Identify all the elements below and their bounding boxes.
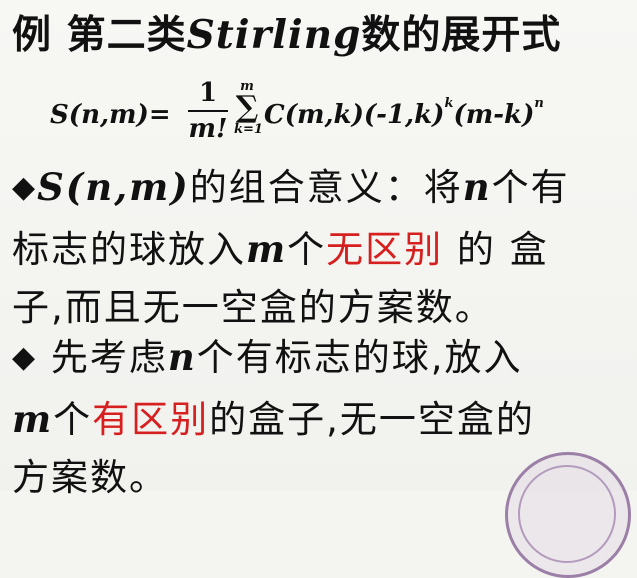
para1-line1: ◆S(n,m)的组合意义：将n个有 <box>12 158 570 220</box>
para2-line3: 方案数。 <box>12 456 168 499</box>
para1-line2-latin: m <box>246 227 288 271</box>
para2-line1: ◆ 先考虑n个有标志的球,放入 <box>12 328 535 390</box>
formula-exp-n: n <box>534 96 544 111</box>
paragraph-combinatorial-meaning: ◆S(n,m)的组合意义：将n个有 标志的球放入m个无区别 的 盒 子,而且无一… <box>12 158 570 337</box>
para1-latin2: n <box>462 165 492 209</box>
formula-fraction: 1 m! <box>188 78 228 144</box>
sum-operator: m ∑ k=1 <box>234 80 263 137</box>
para1-text2: 个有 <box>491 166 570 209</box>
formula-denominator: m! <box>188 114 228 144</box>
formula-body-1: C(m,k)(-1,k) <box>264 100 445 130</box>
formula-lhs: S(n,m)= <box>50 100 171 130</box>
para2-text1: 先考虑 <box>37 336 168 379</box>
formula-body-2: (m-k) <box>453 100 535 130</box>
slide: 例 第二类Stirling数的展开式 S(n,m)= 1 m! m ∑ k=1 … <box>0 0 637 578</box>
para2-latin1: n <box>167 335 197 379</box>
sum-lower: k=1 <box>234 122 263 137</box>
para2-line2-text2: 的盒子,无一空盒的 <box>209 398 535 441</box>
title-suffix: 数的展开式 <box>361 13 562 58</box>
title-prefix: 例 第二类 <box>12 13 187 58</box>
para1-line2-text1: 标志的球放入 <box>12 228 246 271</box>
para2-red-text: 有区别 <box>92 398 210 441</box>
para2-text2: 个有标志的球,放入 <box>196 336 523 379</box>
para1-red-text: 无区别 <box>326 228 444 271</box>
para1-line2-text3: 的 盒 <box>443 228 549 271</box>
para2-line2-latin: m <box>12 397 54 441</box>
paragraph-first-consider: ◆ 先考虑n个有标志的球,放入 m个有区别的盒子,无一空盒的 方案数。 <box>12 328 535 507</box>
para1-latin1: S(n,m) <box>37 165 190 209</box>
fraction-bar <box>188 110 228 112</box>
sum-symbol: ∑ <box>235 90 259 125</box>
formula-body: C(m,k)(-1,k)k(m-k)n <box>264 96 544 130</box>
diamond-bullet-icon: ◆ <box>12 170 38 205</box>
formula-exp-k: k <box>444 96 454 111</box>
university-seal-icon <box>505 452 631 578</box>
para1-line2-text2: 个 <box>287 228 327 271</box>
para1-text1: 的组合意义：将 <box>189 166 463 209</box>
slide-title: 例 第二类Stirling数的展开式 <box>12 14 561 58</box>
para2-line2: m个有区别的盒子,无一空盒的 <box>12 390 535 449</box>
para1-line2: 标志的球放入m个无区别 的 盒 <box>12 220 570 279</box>
para2-line2-text1: 个 <box>53 398 93 441</box>
title-latin: Stirling <box>186 12 362 58</box>
diamond-bullet-icon: ◆ <box>12 340 38 375</box>
formula-numerator: 1 <box>198 78 218 108</box>
